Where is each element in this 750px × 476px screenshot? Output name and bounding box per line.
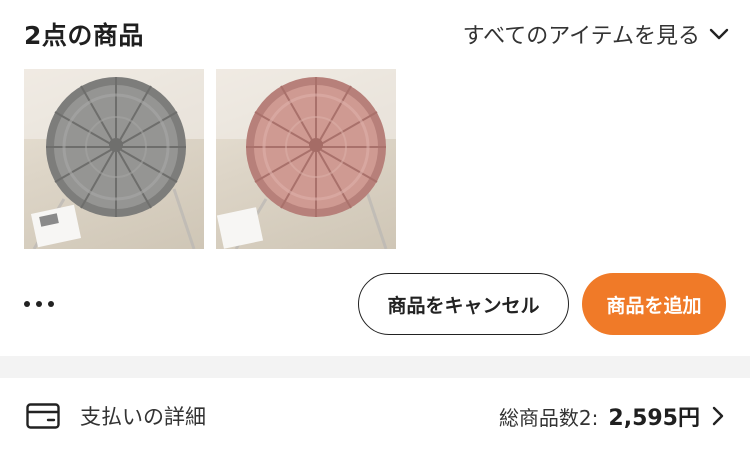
cancel-item-button[interactable]: 商品をキャンセル — [358, 273, 569, 335]
view-all-items-link[interactable]: すべてのアイテムを見る — [463, 18, 730, 50]
total-price: 2,595円 — [608, 406, 700, 431]
more-options-icon[interactable] — [24, 294, 54, 314]
order-card: 2点の商品 すべてのアイテムを見る 商品をキャンセル 商品を追加 — [0, 0, 750, 356]
order-actions: 商品をキャンセル 商品を追加 — [24, 273, 726, 335]
payment-summary: 総商品数2: 2,595円 — [499, 400, 726, 432]
pink-cushion-image — [216, 69, 396, 249]
item-thumbnail-gray-cushion[interactable] — [24, 69, 204, 249]
section-divider — [0, 356, 750, 378]
total-items-label: 総商品数2: — [498, 405, 599, 430]
chevron-down-icon — [709, 28, 729, 40]
chevron-right-icon — [712, 406, 724, 426]
credit-card-icon — [26, 403, 60, 429]
item-thumbnail-pink-cushion[interactable] — [216, 69, 396, 249]
item-count-title: 2点の商品 — [24, 21, 144, 50]
view-all-label: すべてのアイテムを見る — [462, 24, 700, 49]
bottom-spacer — [0, 454, 750, 476]
order-header: 2点の商品 すべてのアイテムを見る — [24, 16, 730, 52]
item-thumbnails — [24, 69, 396, 249]
add-item-button[interactable]: 商品を追加 — [582, 273, 726, 335]
action-buttons: 商品をキャンセル 商品を追加 — [358, 273, 726, 335]
gray-cushion-image — [24, 69, 204, 249]
payment-details-row[interactable]: 支払いの詳細 総商品数2: 2,595円 — [0, 378, 750, 454]
payment-details-label: 支払いの詳細 — [80, 405, 206, 429]
